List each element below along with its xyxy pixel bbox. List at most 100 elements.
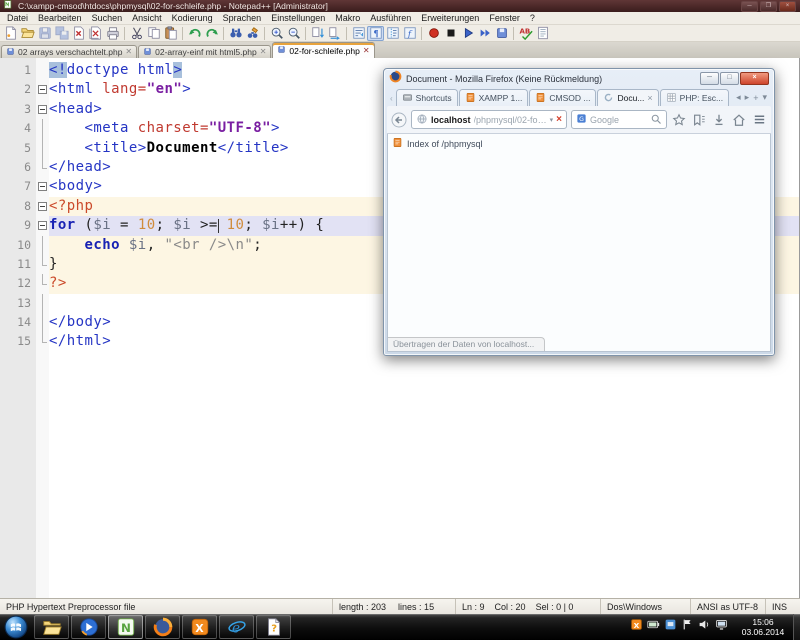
menu-einstellungen[interactable]: Einstellungen <box>266 13 330 23</box>
function-list-icon[interactable]: f <box>401 26 418 41</box>
undo-icon[interactable] <box>186 26 203 41</box>
firefox-minimize-button[interactable]: ─ <box>700 72 719 85</box>
indent-guide-icon[interactable] <box>384 26 401 41</box>
bookmark-star-icon[interactable] <box>671 110 687 129</box>
fold-margin[interactable] <box>36 177 49 196</box>
network-tray-icon[interactable] <box>715 618 728 636</box>
menu-datei[interactable]: Datei <box>2 13 33 23</box>
firefox-titlebar[interactable]: Document - Mozilla Firefox (Keine Rückme… <box>387 69 771 87</box>
tab-list-dropdown-icon[interactable]: ▾ <box>762 92 767 103</box>
word-wrap-icon[interactable] <box>350 26 367 41</box>
spell-check-icon[interactable]: AB <box>517 26 534 41</box>
back-button[interactable] <box>391 110 407 129</box>
browser-tab[interactable]: Shortcuts <box>396 89 458 106</box>
flag-tray-icon[interactable] <box>681 618 694 636</box>
close-button[interactable]: × <box>779 1 796 12</box>
tab-close-icon[interactable]: ✕ <box>125 48 132 56</box>
zoom-out-icon[interactable] <box>285 26 302 41</box>
media-player-taskbar-button[interactable] <box>71 615 106 639</box>
menu-ansicht[interactable]: Ansicht <box>127 13 167 23</box>
tab-scroll-left-icon[interactable]: ◂ <box>736 92 741 103</box>
browser-tab[interactable]: PHP: Esc... <box>660 89 729 106</box>
explorer-taskbar-button[interactable] <box>34 615 69 639</box>
copy-icon[interactable] <box>145 26 162 41</box>
magnifier-icon[interactable] <box>650 113 662 127</box>
url-bar[interactable]: localhost/phpmysql/02-for-schleife.php ▾… <box>411 110 567 129</box>
sync-h-icon[interactable] <box>326 26 343 41</box>
fold-margin[interactable] <box>36 139 49 158</box>
file-tab[interactable]: 02-for-schleife.php✕ <box>272 42 374 58</box>
play-multi-icon[interactable] <box>476 26 493 41</box>
fold-margin[interactable] <box>36 255 49 274</box>
stop-button[interactable]: × <box>556 115 562 125</box>
start-button[interactable] <box>3 615 28 640</box>
browser-tab[interactable]: CMSOD ... <box>529 89 596 106</box>
fold-margin[interactable] <box>36 100 49 119</box>
stop-macro-icon[interactable] <box>442 26 459 41</box>
redo-icon[interactable] <box>203 26 220 41</box>
urlbar-dropdown-icon[interactable]: ▾ <box>550 116 554 124</box>
sync-v-icon[interactable] <box>309 26 326 41</box>
xampp-tray-icon[interactable]: X <box>630 618 643 636</box>
home-icon[interactable] <box>731 110 747 129</box>
fold-margin[interactable] <box>36 236 49 255</box>
menu-makro[interactable]: Makro <box>330 13 365 23</box>
fold-collapse-icon[interactable] <box>38 202 47 211</box>
zoom-in-icon[interactable] <box>268 26 285 41</box>
fold-margin[interactable] <box>36 80 49 99</box>
menu-suchen[interactable]: Suchen <box>87 13 128 23</box>
firefox-maximize-button[interactable]: □ <box>720 72 739 85</box>
find-icon[interactable] <box>227 26 244 41</box>
menu-ausfuehren[interactable]: Ausführen <box>365 13 416 23</box>
fold-margin[interactable] <box>36 158 49 177</box>
paste-icon[interactable] <box>162 26 179 41</box>
play-macro-icon[interactable] <box>459 26 476 41</box>
fold-margin[interactable] <box>36 313 49 332</box>
menu-erweiterungen[interactable]: Erweiterungen <box>416 13 484 23</box>
record-macro-icon[interactable] <box>425 26 442 41</box>
save-all-icon[interactable] <box>53 26 70 41</box>
hamburger-menu-icon[interactable] <box>751 110 767 129</box>
index-link-row[interactable]: Index of /phpmysql <box>388 134 770 153</box>
file-tab[interactable]: 02 arrays verschachtelt.php✕ <box>1 45 137 58</box>
fold-collapse-icon[interactable] <box>38 105 47 114</box>
restore-button[interactable]: ❐ <box>760 1 777 12</box>
show-desktop-button[interactable] <box>793 614 800 640</box>
notepadpp-titlebar[interactable]: C:\xampp-cmsod\htdocs\phpmysql\02-for-sc… <box>0 0 800 12</box>
cut-icon[interactable] <box>128 26 145 41</box>
show-all-chars-icon[interactable]: ¶ <box>367 26 384 41</box>
fold-margin[interactable] <box>36 332 49 351</box>
xampp-taskbar-button[interactable]: X <box>182 615 217 639</box>
tab-scroll-left-icon[interactable]: ‹ <box>388 94 395 106</box>
doc-map-icon[interactable] <box>534 26 551 41</box>
taskbar-clock[interactable]: 15:06 03.06.2014 <box>734 617 792 637</box>
display-tray-icon[interactable] <box>664 618 677 636</box>
ie-taskbar-button[interactable]: e <box>219 615 254 639</box>
battery-tray-icon[interactable] <box>647 618 660 636</box>
file-tab[interactable]: 02-array-einf mit html5.php✕ <box>138 45 271 58</box>
menu-kodierung[interactable]: Kodierung <box>167 13 218 23</box>
save-macro-icon[interactable] <box>493 26 510 41</box>
downloads-icon[interactable] <box>711 110 727 129</box>
print-icon[interactable] <box>104 26 121 41</box>
menu-sprachen[interactable]: Sprachen <box>218 13 267 23</box>
fold-margin[interactable] <box>36 61 49 80</box>
fold-margin[interactable] <box>36 197 49 216</box>
tab-close-icon[interactable]: × <box>647 94 652 103</box>
close-icon[interactable] <box>70 26 87 41</box>
tab-scroll-right-icon[interactable]: ▸ <box>745 92 750 103</box>
menu-bearbeiten[interactable]: Bearbeiten <box>33 13 87 23</box>
fold-margin[interactable] <box>36 274 49 293</box>
fold-margin[interactable] <box>36 294 49 313</box>
search-box[interactable]: G Google <box>571 110 667 129</box>
open-file-icon[interactable] <box>19 26 36 41</box>
minimize-button[interactable]: ─ <box>741 1 758 12</box>
browser-tab[interactable]: Docu...× <box>597 89 658 106</box>
close-all-icon[interactable] <box>87 26 104 41</box>
menu-hilfe[interactable]: ? <box>525 13 540 23</box>
browser-tab[interactable]: XAMPP 1... <box>459 89 529 106</box>
bookmarks-menu-icon[interactable] <box>691 110 707 129</box>
replace-icon[interactable] <box>244 26 261 41</box>
fold-margin[interactable] <box>36 119 49 138</box>
firefox-taskbar-button[interactable] <box>145 615 180 639</box>
